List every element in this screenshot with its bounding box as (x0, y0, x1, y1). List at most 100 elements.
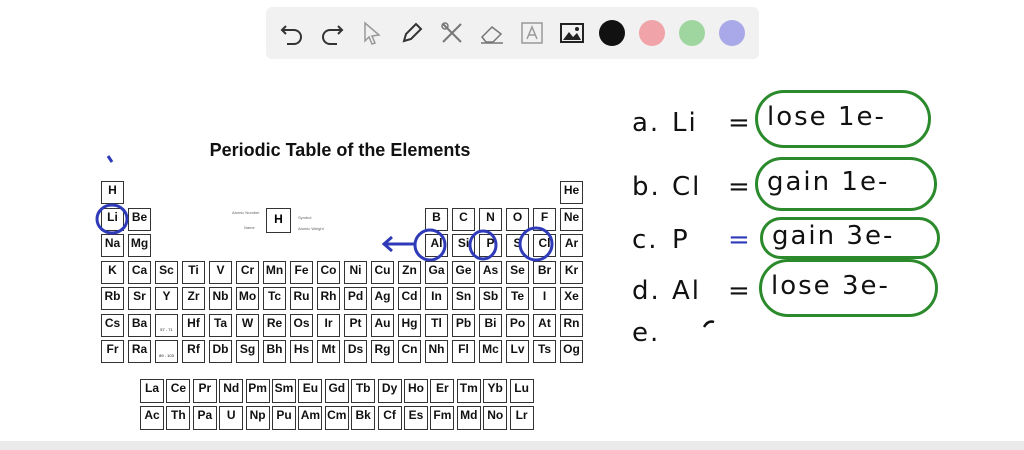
element-symbol: H (108, 183, 117, 197)
ink-tick-mark (106, 155, 114, 163)
element-cell-Bk: Bk (351, 406, 376, 430)
element-cell-Mn: Mn (263, 260, 286, 284)
element-cell-Be: Be (128, 207, 151, 231)
answer-eq: = (728, 276, 752, 306)
element-cell-Os: Os (290, 313, 313, 337)
element-symbol: Am (300, 408, 321, 422)
arrow-left-ink (381, 235, 414, 253)
element-cell-Ti: Ti (182, 260, 205, 284)
text-icon[interactable] (518, 19, 546, 47)
element-cell-Pb: Pb (452, 313, 475, 337)
redo-icon[interactable] (318, 19, 346, 47)
element-symbol: Be (131, 209, 148, 224)
element-cell-Lr: Lr (509, 406, 534, 430)
element-cell-Pm: Pm (245, 379, 270, 403)
element-symbol: Mo (238, 289, 257, 303)
answer-eq: = (728, 172, 752, 202)
element-symbol: Pr (198, 381, 212, 395)
element-symbol: Rb (104, 289, 121, 303)
element-cell-Yb: Yb (483, 379, 508, 403)
element-symbol: Os (293, 315, 310, 330)
element-symbol: Zr (187, 289, 200, 303)
element-symbol: Cu (374, 262, 391, 277)
element-cell-N: N (479, 207, 502, 231)
key-note-weight: Atomic Weight (298, 226, 324, 231)
element-cell-Sb: Sb (479, 287, 502, 310)
key-note-symbol: Symbol (298, 215, 312, 220)
pen-icon[interactable] (398, 19, 426, 47)
element-symbol: Ho (408, 381, 424, 395)
element-symbol: Hg (401, 315, 418, 330)
element-symbol: Mn (265, 262, 284, 277)
element-symbol: Cs (104, 315, 121, 330)
element-symbol: Rn (563, 315, 580, 330)
element-cell-Pd: Pd (344, 287, 367, 310)
element-symbol: Cm (327, 408, 347, 422)
element-cell-Co: Co (317, 260, 340, 284)
element-cell-Tc: Tc (263, 287, 286, 310)
element-cell-Fl: Fl (452, 340, 475, 363)
image-icon[interactable] (558, 19, 586, 47)
eraser-icon[interactable] (478, 19, 506, 47)
element-cell-Ga: Ga (425, 260, 448, 284)
element-cell-Te: Te (506, 287, 529, 310)
answer-label: d. (632, 276, 661, 306)
element-cell-Rg: Rg (371, 340, 394, 363)
element-symbol: Tb (355, 381, 371, 395)
black-color-swatch[interactable] (599, 20, 625, 46)
element-symbol: Ti (188, 262, 199, 277)
element-symbol: Cn (401, 342, 418, 356)
element-symbol: Ac (144, 408, 160, 422)
element-cell-Tl: Tl (425, 313, 448, 337)
tools-icon[interactable] (438, 19, 466, 47)
element-symbol: I (542, 289, 547, 303)
element-cell-89-103: 89 - 103 (155, 340, 178, 363)
element-cell-As: As (479, 260, 502, 284)
element-symbol: Al (430, 236, 443, 250)
element-symbol: Ir (324, 315, 333, 330)
element-symbol: Hs (293, 342, 310, 356)
element-cell-Nb: Nb (209, 287, 232, 310)
element-symbol: Tc (267, 289, 282, 303)
element-symbol: Tl (431, 315, 442, 330)
element-symbol: Dy (381, 381, 398, 395)
element-symbol: K (108, 262, 117, 277)
horizontal-scrollbar[interactable] (0, 441, 1024, 450)
element-cell-Hg: Hg (398, 313, 421, 337)
blue-color-swatch[interactable] (719, 20, 745, 46)
element-symbol: Db (212, 342, 229, 356)
element-cell-U: U (219, 406, 244, 430)
element-cell-Re: Re (263, 313, 286, 337)
element-cell-Mo: Mo (236, 287, 259, 310)
element-symbol: Np (249, 408, 266, 422)
element-symbol: Se (510, 262, 525, 277)
element-symbol: Er (436, 381, 449, 395)
green-color-swatch[interactable] (679, 20, 705, 46)
key-note-name: Name (244, 225, 255, 230)
element-cell-Bi: Bi (479, 313, 502, 337)
element-symbol: V (216, 262, 225, 277)
element-cell-At: At (533, 313, 556, 337)
element-symbol: C (459, 209, 468, 224)
pointer-icon[interactable] (358, 19, 386, 47)
element-cell-V: V (209, 260, 232, 284)
element-cell-Zr: Zr (182, 287, 205, 310)
element-cell-Nd: Nd (219, 379, 244, 403)
element-cell-Si: Si (452, 234, 475, 257)
answer-label: c. (632, 225, 659, 255)
element-symbol: P (486, 236, 495, 250)
answer-eq: = (728, 225, 752, 255)
element-cell-I: I (533, 287, 556, 310)
undo-icon[interactable] (278, 19, 306, 47)
element-cell-Ir: Ir (317, 313, 340, 337)
element-symbol: Nb (212, 289, 229, 303)
element-cell-Al: Al (425, 234, 448, 257)
element-cell-Mg: Mg (128, 234, 151, 257)
element-cell-Ac: Ac (140, 406, 164, 430)
element-cell-O: O (506, 207, 529, 231)
element-symbol: Ts (537, 342, 552, 356)
element-cell-Au: Au (371, 313, 394, 337)
red-color-swatch[interactable] (639, 20, 665, 46)
element-symbol: N (486, 209, 495, 224)
element-symbol: Rh (320, 289, 337, 303)
